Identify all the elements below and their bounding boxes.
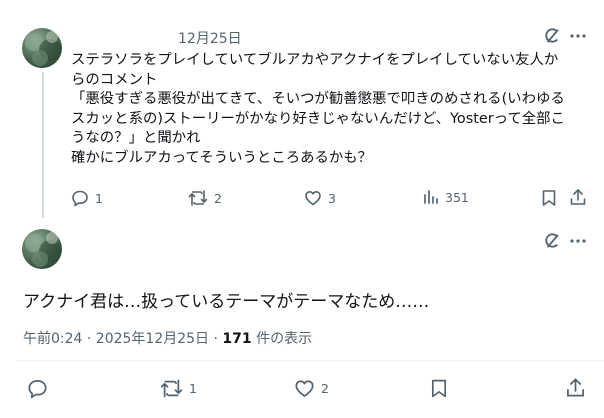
grok-icon[interactable] xyxy=(543,27,561,45)
reply-button[interactable]: 1 xyxy=(71,189,103,207)
retweet-button[interactable]: 2 xyxy=(188,189,222,207)
bookmark-button[interactable] xyxy=(541,189,557,207)
share-icon xyxy=(567,378,584,397)
like-count: 3 xyxy=(328,190,336,206)
reply-icon xyxy=(28,380,47,399)
tweet-timestamp[interactable]: 午前0:24 · 2025年12月25日 · xyxy=(23,331,222,347)
heart-icon xyxy=(295,380,314,397)
heart-icon xyxy=(305,191,321,206)
bookmark-icon xyxy=(542,190,556,206)
tweet-meta: 午前0:24 · 2025年12月25日 · 171 件の表示 xyxy=(23,328,312,348)
like-button[interactable]: 2 xyxy=(294,378,329,399)
reply-count: 1 xyxy=(95,190,103,206)
share-icon xyxy=(570,189,586,205)
grok-icon[interactable] xyxy=(543,232,561,250)
retweet-button[interactable]: 1 xyxy=(160,378,197,399)
views-button[interactable]: 351 xyxy=(423,189,469,205)
bookmark-button[interactable] xyxy=(430,378,448,399)
avatar[interactable] xyxy=(22,229,62,269)
more-icon[interactable] xyxy=(570,34,586,38)
thread-line xyxy=(42,72,44,218)
tweet-text: ステラソラをプレイしていてブルアカやアクナイをプレイしていない友人か らのコメン… xyxy=(71,52,565,166)
reply-button[interactable] xyxy=(27,378,48,399)
retweet-icon xyxy=(188,190,208,206)
retweet-count: 1 xyxy=(189,381,197,396)
divider xyxy=(16,360,604,361)
reply-icon xyxy=(72,190,88,207)
tweet-date[interactable]: 12月25日 xyxy=(178,28,242,48)
views-number: 171 xyxy=(222,331,252,347)
retweet-icon xyxy=(160,379,183,398)
views-label: 件の表示 xyxy=(251,331,313,347)
tweet-text: アクナイ君は…扱っているテーマがテーマなため…… xyxy=(23,292,430,312)
like-count: 2 xyxy=(321,381,329,396)
bookmark-icon xyxy=(431,379,447,398)
retweet-count: 2 xyxy=(214,190,222,206)
analytics-icon xyxy=(424,190,438,204)
avatar[interactable] xyxy=(22,28,62,68)
like-button[interactable]: 3 xyxy=(304,189,336,207)
views-count: 351 xyxy=(445,189,469,205)
share-button[interactable] xyxy=(569,188,587,206)
more-icon[interactable] xyxy=(570,239,586,243)
share-button[interactable] xyxy=(565,377,586,398)
